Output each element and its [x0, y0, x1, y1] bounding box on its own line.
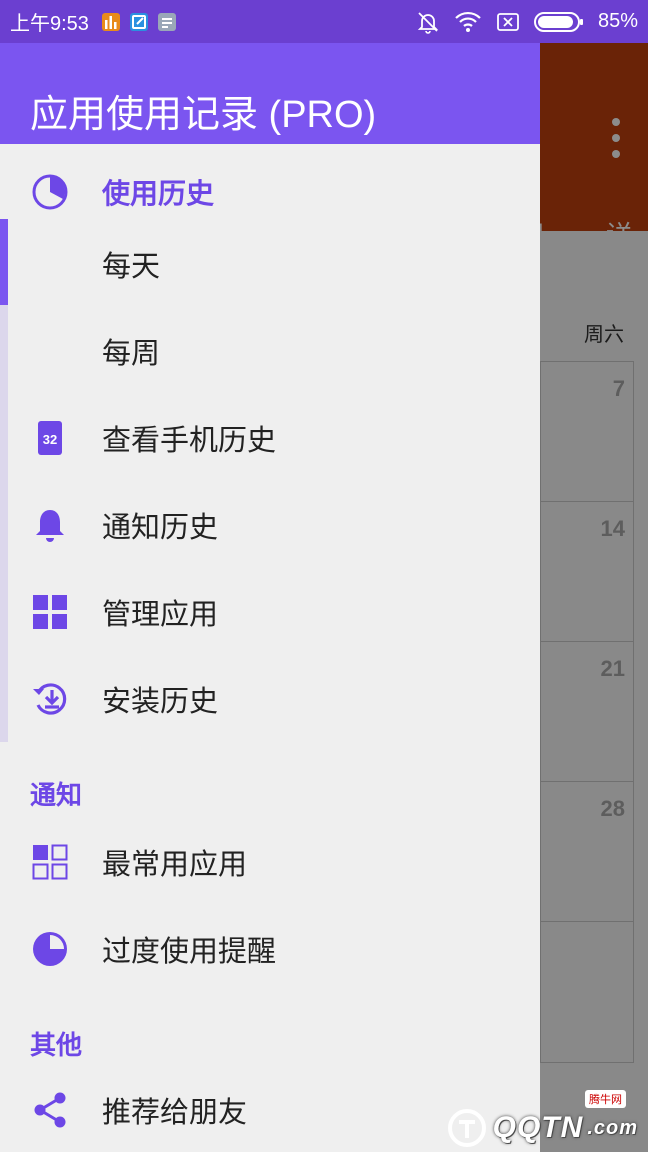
edit-app-icon [129, 12, 148, 31]
drawer-header: 应用使用记录 (PRO) [0, 43, 540, 144]
drawer-item-label: 过度使用提醒 [102, 934, 277, 968]
drawer-item-phone-history[interactable]: 32 查看手机历史 [0, 395, 540, 481]
drawer-item-label: 最常用应用 [102, 847, 248, 881]
drawer-item-install-history[interactable]: 安装历史 [0, 656, 540, 742]
drawer-item-label: 每周 [102, 336, 161, 370]
calendar-icon-text: 32 [43, 432, 57, 447]
clock-icon [32, 174, 68, 210]
calendar-icon: 32 [38, 421, 62, 455]
chart-app-icon [101, 12, 120, 31]
battery-percentage: 85% [597, 10, 638, 32]
notification-icons [101, 12, 177, 32]
battery-icon [533, 11, 583, 32]
status-right: 85% [416, 0, 638, 43]
bell-icon [36, 510, 64, 542]
status-time: 上午9:53 [10, 13, 89, 35]
drawer-item-daily[interactable]: 每天 [0, 221, 540, 307]
drawer-item-manage-apps[interactable]: 管理应用 [0, 569, 540, 655]
watermark-text: QQTN [492, 1111, 584, 1144]
watermark-badge: 腾牛网 [585, 1090, 626, 1108]
drawer-title: 应用使用记录 (PRO) [30, 94, 377, 136]
share-icon [34, 1092, 66, 1128]
drawer-item-weekly[interactable]: 每周 [0, 308, 540, 394]
drawer-item-label: 每天 [102, 249, 161, 283]
section-header-other: 其他 [30, 1031, 83, 1061]
drawer-item-most-used-apps[interactable]: 最常用应用 [0, 819, 540, 905]
pie-icon [33, 932, 67, 966]
drawer-item-notification-history[interactable]: 通知历史 [0, 482, 540, 568]
drawer-item-label: 安装历史 [102, 684, 219, 718]
watermark: QQTN .com 腾牛网 [445, 1090, 638, 1148]
drawer-item-label: 查看手机历史 [102, 423, 277, 457]
no-sim-icon [497, 12, 519, 31]
drawer-item-label: 使用历史 [102, 177, 215, 210]
status-bar: 上午9:53 85% [0, 0, 648, 43]
install-history-icon [33, 683, 67, 715]
drawer-item-label: 推荐给朋友 [102, 1095, 248, 1129]
watermark-logo-icon [447, 1109, 486, 1147]
grid-icon [33, 595, 67, 629]
message-app-icon [157, 12, 176, 31]
section-header-notify: 通知 [30, 781, 83, 811]
wifi-icon [455, 11, 481, 32]
mute-bell-icon [417, 11, 439, 34]
watermark-suffix: .com [587, 1116, 638, 1139]
grid-outline-icon [32, 844, 68, 880]
navigation-drawer: 应用使用记录 (PRO) 使用历史 每天 每周 32 查看手机历史 通知历史 管… [0, 0, 540, 1152]
drawer-item-overuse-alert[interactable]: 过度使用提醒 [0, 906, 540, 992]
drawer-item-label: 通知历史 [102, 510, 219, 544]
drawer-item-label: 管理应用 [102, 597, 219, 631]
